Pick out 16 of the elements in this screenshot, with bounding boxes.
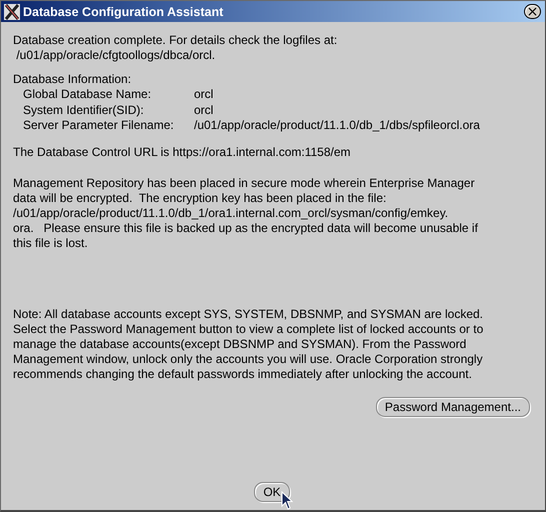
- close-button[interactable]: ×: [524, 4, 541, 19]
- cursor-icon: [281, 491, 293, 510]
- info-heading: Database Information:: [13, 72, 132, 87]
- field-value: orcl: [194, 87, 214, 102]
- window-title: Database Configuration Assistant: [23, 4, 224, 18]
- field-label: Server Parameter Filename:: [23, 118, 175, 134]
- url-message: The Database Control URL is https://ora1.internal.com:1158/em: [13, 144, 352, 160]
- field-label: Global Database Name:: [23, 87, 152, 102]
- app-icon: [4, 4, 20, 20]
- field-label: System Identifier(SID):: [23, 102, 145, 118]
- repository-message: Management Repository has been placed in secure mode wherein Enterprise Manager data will be encrypted. The encryption key has been placed in the file: /u01/app/oracle/product/11.1.0/db_1/ora1.internal.com_orcl/sysman/config/emkey. ora. Please ensure this file is backed up as the encrypted data will become unusable if this file is lost.: [13, 176, 479, 250]
- note-message: Note: All database accounts except SYS, SYSTEM, DBSNMP, and SYSMAN are locked. Select the Password Management button to view a complete list of locked accounts or to manage the database accounts(except DBSNMP and SYSMAN). From the Password Management window, unlock only the accounts you will use. Oracle Corporation strongly recommends changing the default passwords immediately after unlocking the account.: [13, 306, 484, 382]
- completion-message: Database creation complete. For details check the logfiles at: /u01/app/oracle/cfgtoollogs/dbca/orcl.: [13, 33, 338, 63]
- field-value: orcl: [194, 102, 214, 118]
- field-value: /u01/app/oracle/product/11.1.0/db_1/dbs/spfileorcl.ora: [194, 118, 481, 134]
- password-management-button[interactable]: Password Management...: [376, 396, 530, 416]
